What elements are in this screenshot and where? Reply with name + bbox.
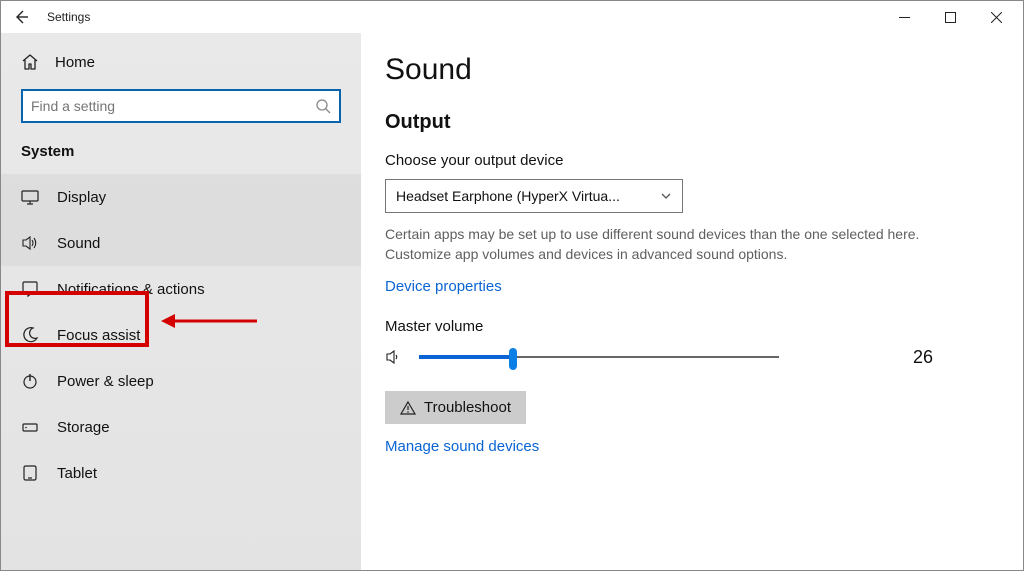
- device-properties-link[interactable]: Device properties: [385, 278, 502, 295]
- sidebar-home[interactable]: Home: [1, 39, 361, 83]
- sidebar-item-label: Storage: [57, 419, 110, 436]
- search-icon: [315, 98, 331, 114]
- content-pane: Sound Output Choose your output device H…: [361, 33, 1023, 570]
- sidebar-item-label: Power & sleep: [57, 373, 154, 390]
- sidebar-item-display[interactable]: Display: [1, 174, 361, 220]
- sound-icon: [21, 234, 39, 252]
- window-title: Settings: [47, 10, 90, 24]
- troubleshoot-button[interactable]: Troubleshoot: [385, 391, 526, 424]
- minimize-button[interactable]: [881, 2, 927, 32]
- focus-assist-icon: [21, 326, 39, 344]
- output-device-select[interactable]: Headset Earphone (HyperX Virtua...: [385, 179, 683, 213]
- tablet-icon: [21, 464, 39, 482]
- output-device-selected: Headset Earphone (HyperX Virtua...: [396, 188, 620, 204]
- manage-sound-devices-link[interactable]: Manage sound devices: [385, 438, 539, 455]
- settings-window: Settings Home System: [0, 0, 1024, 571]
- annotation-arrow: [159, 309, 259, 333]
- search-input[interactable]: [31, 98, 315, 114]
- titlebar: Settings: [1, 1, 1023, 33]
- sidebar-item-label: Display: [57, 189, 106, 206]
- master-volume-label: Master volume: [385, 318, 993, 335]
- page-title: Sound: [385, 53, 993, 87]
- sidebar-item-tablet[interactable]: Tablet: [1, 450, 361, 496]
- home-icon: [21, 53, 39, 71]
- warning-icon: [400, 400, 416, 416]
- sidebar-item-sound[interactable]: Sound: [1, 220, 361, 266]
- sidebar-item-notifications[interactable]: Notifications & actions: [1, 266, 361, 312]
- choose-output-label: Choose your output device: [385, 152, 993, 169]
- maximize-button[interactable]: [927, 2, 973, 32]
- close-button[interactable]: [973, 2, 1019, 32]
- volume-icon[interactable]: [385, 348, 403, 366]
- sidebar-item-label: Focus assist: [57, 327, 140, 344]
- volume-row: 26: [385, 345, 993, 369]
- output-helper-text: Certain apps may be set up to use differ…: [385, 225, 945, 264]
- volume-slider[interactable]: [419, 345, 779, 369]
- storage-icon: [21, 418, 39, 436]
- sidebar-item-storage[interactable]: Storage: [1, 404, 361, 450]
- notifications-icon: [21, 280, 39, 298]
- display-icon: [21, 188, 39, 206]
- sidebar-item-label: Sound: [57, 235, 100, 252]
- search-input-wrap[interactable]: [21, 89, 341, 123]
- sidebar-item-label: Tablet: [57, 465, 97, 482]
- sidebar-item-label: Notifications & actions: [57, 281, 205, 298]
- troubleshoot-label: Troubleshoot: [424, 399, 511, 416]
- sidebar: Home System Display Sound: [1, 33, 361, 570]
- output-heading: Output: [385, 111, 993, 134]
- sidebar-home-label: Home: [55, 54, 95, 71]
- power-icon: [21, 372, 39, 390]
- back-icon[interactable]: [13, 9, 29, 25]
- sidebar-item-power-sleep[interactable]: Power & sleep: [1, 358, 361, 404]
- chevron-down-icon: [660, 190, 672, 202]
- volume-value: 26: [913, 347, 993, 368]
- sidebar-section-label: System: [1, 139, 361, 174]
